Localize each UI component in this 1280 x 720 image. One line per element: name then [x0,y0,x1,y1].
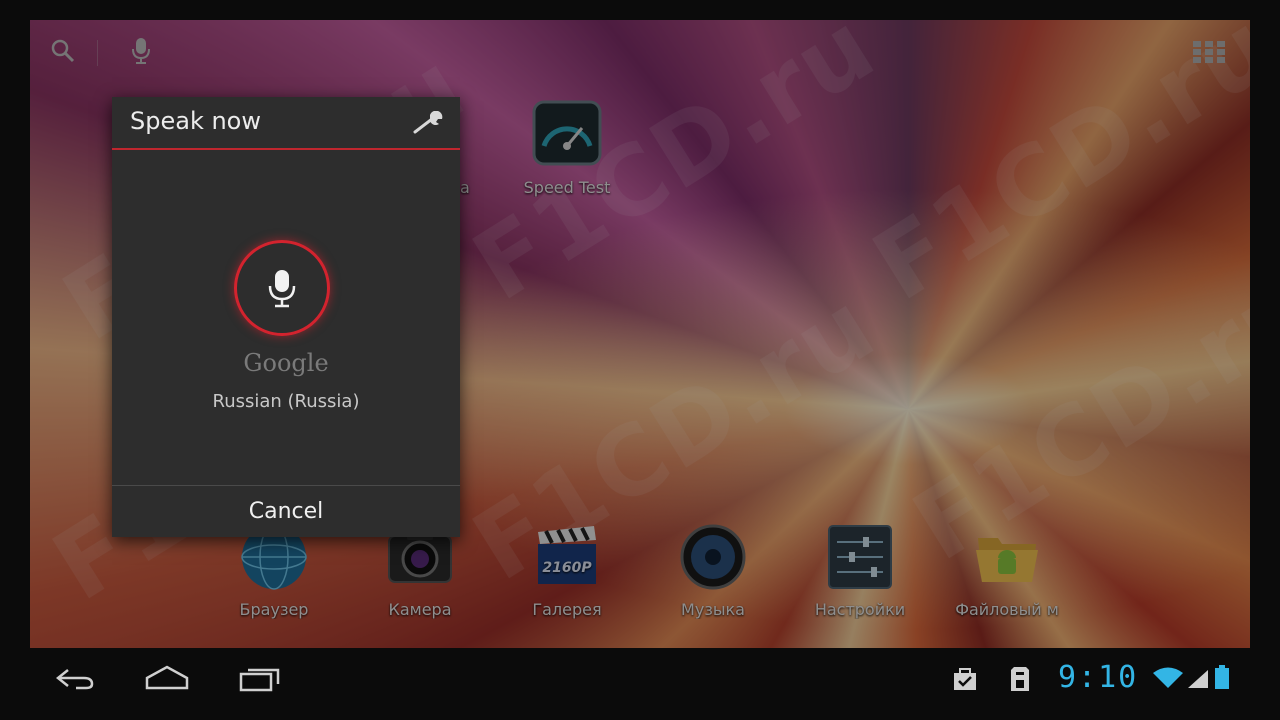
signal-icon [1186,668,1210,694]
recognition-language: Russian (Russia) [212,391,360,412]
battery-icon [1214,664,1230,694]
mic-button[interactable] [234,240,330,336]
back-icon[interactable] [54,664,96,696]
voice-search-dialog: Speak now Google Russian (Russia) Cancel [112,97,460,537]
title-divider [112,148,460,150]
system-bar: 9:10 [0,648,1280,720]
google-logo: Google [243,349,329,377]
wrench-icon[interactable] [412,110,443,135]
dialog-title: Speak now [130,107,261,135]
home-icon[interactable] [144,664,190,696]
microphone-icon [268,270,296,308]
sd-card-icon[interactable] [1010,666,1030,696]
wifi-icon [1152,666,1184,694]
recent-apps-icon[interactable] [238,664,282,696]
notification-bag-icon[interactable] [952,666,978,696]
clock[interactable]: 9:10 [1058,660,1138,695]
cancel-button[interactable]: Cancel [112,486,460,537]
